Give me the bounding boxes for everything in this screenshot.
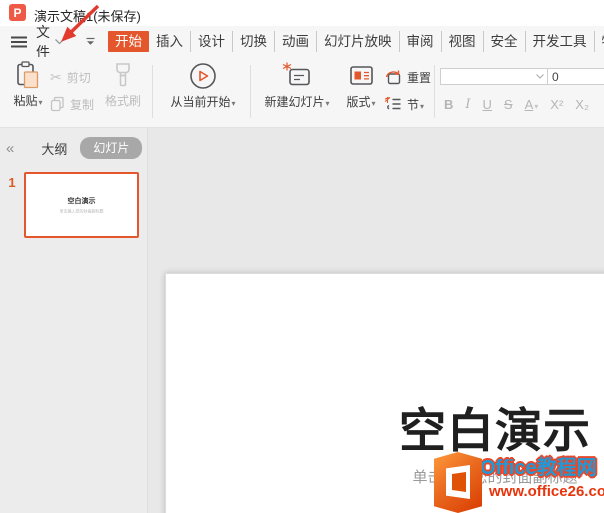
hamburger-menu-icon[interactable] <box>10 35 28 49</box>
watermark-site-url: www.office26.com <box>489 483 604 500</box>
new-slide-icon <box>282 62 310 86</box>
office-logo-icon <box>434 452 482 513</box>
tab-review[interactable]: 审阅 <box>400 31 442 52</box>
tab-insert[interactable]: 插入 <box>149 31 191 52</box>
wpp-app-logo-icon: P <box>9 4 26 21</box>
slide-panel-header: « 大纲 幻灯片 <box>0 128 147 159</box>
font-size-combobox[interactable]: 0 <box>548 68 604 85</box>
slide-thumbnail-row: 1 空白演示 单击输入您的封面副标题 <box>0 172 147 238</box>
format-painter-icon <box>116 63 130 87</box>
document-title: 演示文稿1(未保存) <box>34 9 141 24</box>
cut-copy-group: ✂ 剪切 复制 <box>50 61 102 115</box>
tab-outline[interactable]: 大纲 <box>41 139 67 158</box>
tab-devtools[interactable]: 开发工具 <box>526 31 595 52</box>
tab-slides[interactable]: 幻灯片 <box>80 137 143 159</box>
play-slideshow-icon <box>190 63 216 89</box>
chevron-down-icon[interactable] <box>54 38 65 45</box>
tab-animation[interactable]: 动画 <box>275 31 317 52</box>
tab-security[interactable]: 安全 <box>484 31 526 52</box>
ribbon-options-icon[interactable] <box>85 37 96 46</box>
toolbar-divider <box>434 65 435 118</box>
tab-design[interactable]: 设计 <box>191 31 233 52</box>
toolbar-divider <box>250 65 251 118</box>
paste-icon <box>17 61 39 89</box>
reset-section-group: 重置 节▾ <box>384 61 432 115</box>
font-name-combobox[interactable] <box>440 68 548 85</box>
slide-number: 1 <box>8 175 16 190</box>
underline-button[interactable]: U <box>483 97 492 112</box>
tab-transition[interactable]: 切换 <box>233 31 275 52</box>
tab-slideshow[interactable]: 幻灯片放映 <box>317 31 400 52</box>
thumbnail-subtitle: 单击输入您的封面副标题 <box>59 209 104 214</box>
format-painter-button[interactable]: 格式刷 <box>100 61 146 109</box>
tab-view[interactable]: 视图 <box>442 31 484 52</box>
copy-button[interactable]: 复制 <box>50 93 102 115</box>
italic-button[interactable]: I <box>465 97 470 112</box>
file-menu-button[interactable]: 文件 <box>36 22 50 62</box>
font-group: 0 B I U S A▾ X² X₂ <box>440 61 604 112</box>
title-bar: P 演示文稿1(未保存) <box>0 0 604 26</box>
section-icon <box>384 96 401 110</box>
slide-panel: « 大纲 幻灯片 1 空白演示 单击输入您的封面副标题 <box>0 128 148 513</box>
slide-thumbnail[interactable]: 空白演示 单击输入您的封面副标题 <box>24 172 139 238</box>
ribbon-toolbar: 粘贴▾ ✂ 剪切 复制 格式刷 从当前开始▾ 新建幻灯片▾ 版式▾ 重置 节▾ … <box>0 57 604 128</box>
reset-button[interactable]: 重置 <box>384 66 432 88</box>
start-from-current-button[interactable]: 从当前开始▾ <box>159 61 247 110</box>
scissors-icon: ✂ <box>50 69 62 85</box>
layout-icon <box>349 66 373 85</box>
watermark-site-name: Office教程网 <box>480 457 597 479</box>
thumbnail-title: 空白演示 <box>67 197 96 205</box>
paste-button[interactable]: 粘贴▾ <box>6 61 50 109</box>
toolbar-divider <box>152 65 153 118</box>
superscript-button[interactable]: X² <box>550 97 563 112</box>
subscript-button[interactable]: X₂ <box>575 97 589 112</box>
watermark: Office教程网 www.office26.com <box>434 452 604 513</box>
tab-special-features[interactable]: 特色功能 <box>595 31 604 52</box>
menu-bar: 文件 开始 插入 设计 切换 动画 幻灯片放映 审阅 视图 安全 开发工具 特色… <box>0 24 604 60</box>
reset-icon <box>385 70 401 84</box>
font-color-button[interactable]: A▾ <box>525 97 539 112</box>
strikethrough-button[interactable]: S <box>504 97 513 112</box>
slide-title-placeholder[interactable]: 空白演示 <box>166 392 604 461</box>
copy-icon <box>50 96 64 112</box>
cut-button[interactable]: ✂ 剪切 <box>50 66 102 88</box>
collapse-panel-button[interactable]: « <box>6 140 14 157</box>
chevron-down-icon <box>536 74 544 79</box>
bold-button[interactable]: B <box>444 97 453 112</box>
ribbon-tabs: 开始 插入 设计 切换 动画 幻灯片放映 审阅 视图 安全 开发工具 特色功能 <box>108 31 604 53</box>
new-slide-button[interactable]: 新建幻灯片▾ <box>258 61 336 110</box>
section-button[interactable]: 节▾ <box>384 93 432 115</box>
layout-button[interactable]: 版式▾ <box>338 61 384 110</box>
tab-home[interactable]: 开始 <box>108 31 149 52</box>
